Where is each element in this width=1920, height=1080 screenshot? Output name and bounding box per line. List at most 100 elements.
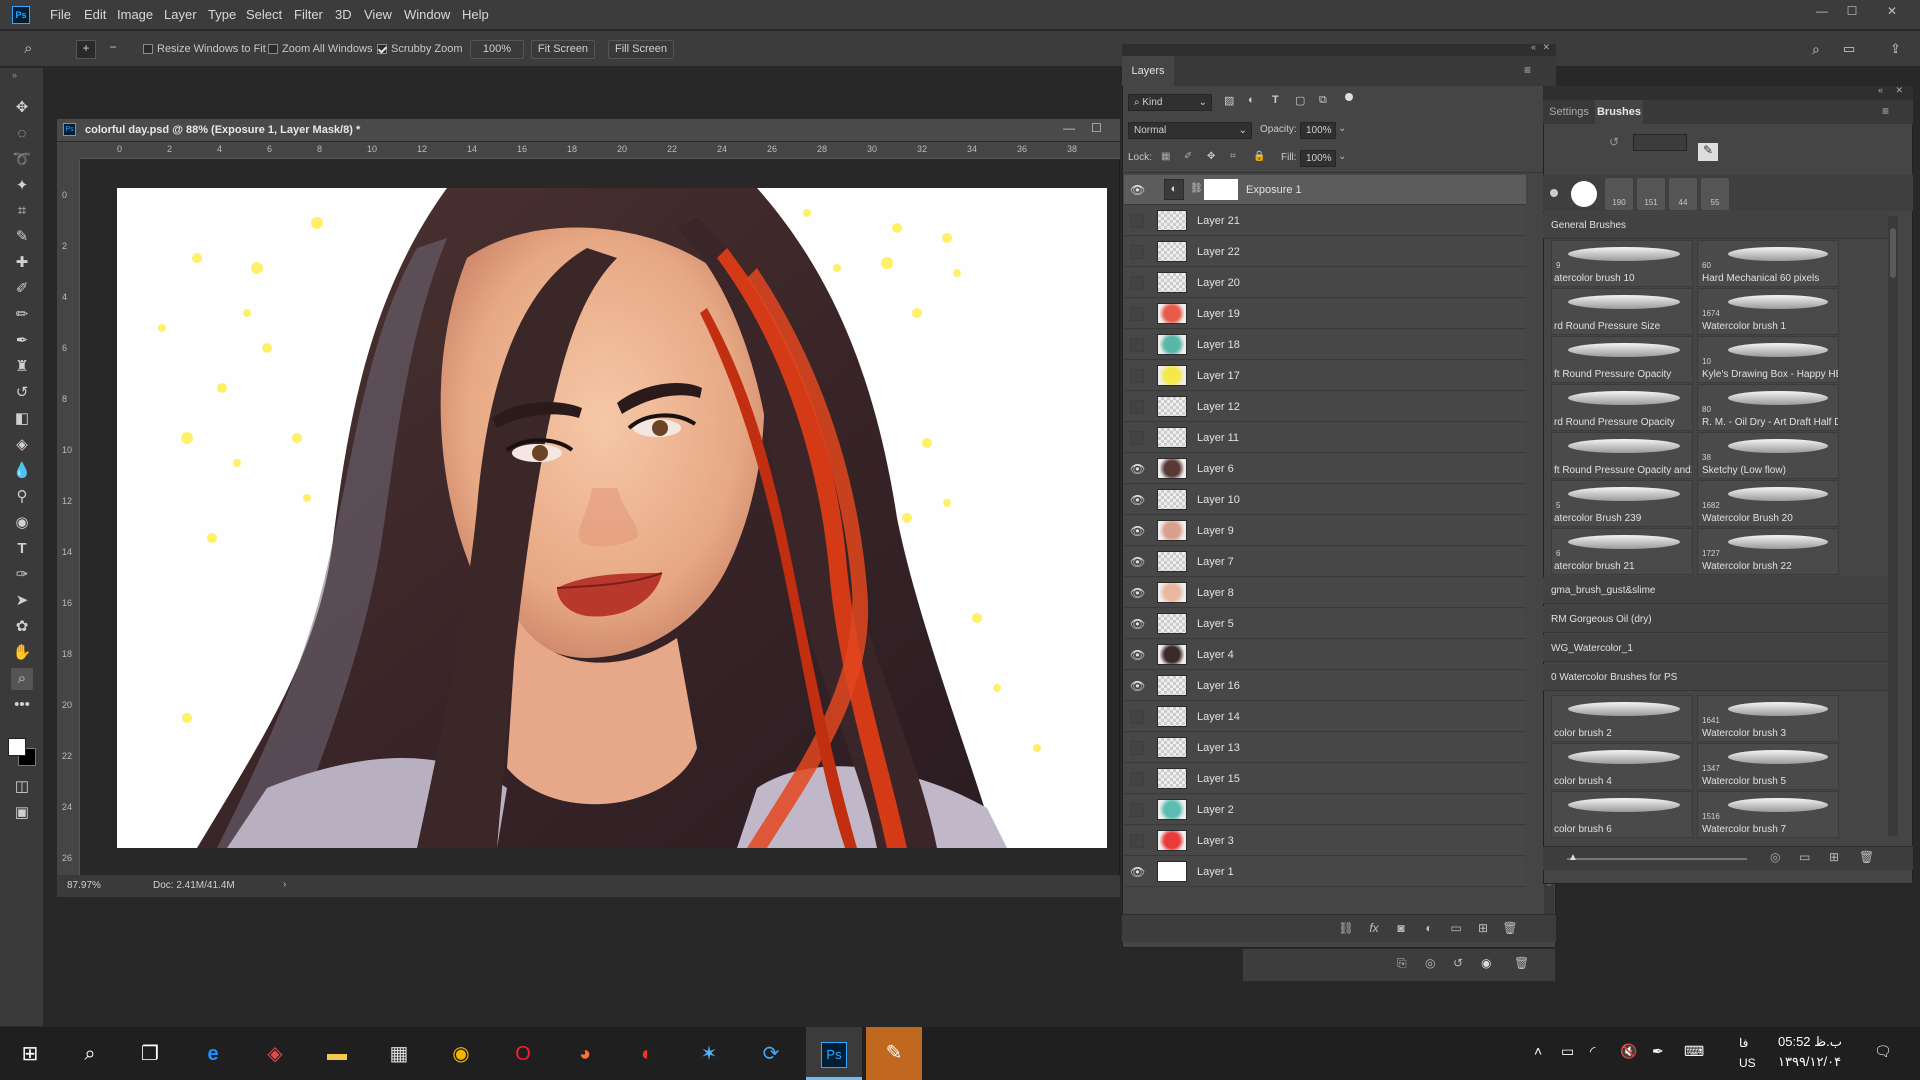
brush-new-group-icon[interactable]: ▭ bbox=[1799, 850, 1810, 864]
menu-help[interactable]: Help bbox=[462, 7, 489, 22]
eye-icon[interactable]: 👁 bbox=[1130, 865, 1145, 879]
mixer-brush-tool-icon[interactable]: ✒ bbox=[11, 330, 33, 352]
layer-row[interactable]: 👁 Layer 1 bbox=[1124, 857, 1526, 887]
more-tools-icon[interactable]: ••• bbox=[11, 694, 33, 716]
opacity-input[interactable]: 100% bbox=[1300, 122, 1336, 139]
layer-row[interactable]: Layer 12 bbox=[1124, 392, 1526, 422]
task-view-icon[interactable]: ❐ bbox=[132, 1036, 168, 1072]
eye-icon[interactable]: 👁 bbox=[1130, 648, 1145, 662]
menu-select[interactable]: Select bbox=[246, 7, 282, 22]
new-layer-icon[interactable]: ⊞ bbox=[1475, 920, 1491, 936]
fill-input[interactable]: 100% bbox=[1300, 150, 1336, 167]
brush-preset[interactable]: rd Round Pressure Opacity bbox=[1551, 384, 1693, 431]
brush-preset[interactable]: rd Round Pressure Size bbox=[1551, 288, 1693, 335]
filter-smart-object-icon[interactable]: ⧉ bbox=[1319, 94, 1327, 107]
crop-tool-icon[interactable]: ⌗ bbox=[11, 200, 33, 222]
preset-2[interactable]: 151 bbox=[1637, 178, 1665, 210]
new-brush-icon[interactable]: ✎ bbox=[1698, 143, 1718, 161]
layer-row[interactable]: 👁 Layer 16 bbox=[1124, 671, 1526, 701]
brush-preset[interactable]: color brush 4 bbox=[1551, 743, 1693, 790]
blur-tool-icon[interactable]: 💧 bbox=[11, 460, 33, 482]
eye-hidden-icon[interactable] bbox=[1130, 741, 1144, 755]
brush-reset-icon[interactable]: ↺ bbox=[1609, 135, 1619, 149]
history-delete-icon[interactable]: 🗑 bbox=[1514, 956, 1529, 970]
layers-menu-icon[interactable]: ≡ bbox=[1524, 63, 1531, 77]
canvas-artwork[interactable] bbox=[117, 188, 1107, 848]
eye-icon[interactable]: 👁 bbox=[1130, 586, 1145, 600]
clock-time[interactable]: 05:52 ب.ظ bbox=[1778, 1034, 1842, 1050]
zoom-all-checkbox[interactable]: Zoom All Windows bbox=[268, 43, 372, 55]
brushes-scrollbar[interactable] bbox=[1888, 216, 1898, 836]
file-explorer-icon[interactable]: ▬ bbox=[319, 1036, 355, 1072]
new-group-icon[interactable]: ▭ bbox=[1448, 920, 1464, 936]
anydesk-icon[interactable]: ◈ bbox=[257, 1036, 293, 1072]
layer-row[interactable]: Layer 2 bbox=[1124, 795, 1526, 825]
eye-hidden-icon[interactable] bbox=[1130, 400, 1144, 414]
brush-preset[interactable]: color brush 2 bbox=[1551, 695, 1693, 742]
screen-mode-icon[interactable]: ▣ bbox=[11, 802, 33, 824]
layer-row[interactable]: 👁 ⛓ ◐ Exposure 1 bbox=[1124, 175, 1526, 205]
brush-slider-thumb-icon[interactable]: ▲ bbox=[1568, 852, 1578, 863]
brushes-close-icon[interactable]: ✕ bbox=[1895, 85, 1903, 96]
brush-delete-icon[interactable]: 🗑 bbox=[1859, 850, 1874, 864]
volume-icon[interactable]: 🔇 bbox=[1620, 1043, 1637, 1060]
eye-icon[interactable]: 👁 bbox=[1130, 555, 1145, 569]
adjustment-layer-icon[interactable]: ◐ bbox=[1421, 920, 1437, 936]
blend-mode-select[interactable]: Normal ⌄ bbox=[1128, 122, 1252, 139]
preset-3[interactable]: 44 bbox=[1669, 178, 1697, 210]
panel-close-icon[interactable]: ✕ bbox=[1542, 42, 1550, 53]
paint-bucket-tool-icon[interactable]: ◈ bbox=[11, 434, 33, 456]
doc-minimize-icon[interactable]: — bbox=[1063, 121, 1075, 135]
hand-tool-icon[interactable]: ✋ bbox=[11, 642, 33, 664]
fill-screen-button[interactable]: Fill Screen bbox=[608, 40, 674, 59]
firefox-icon[interactable]: ◕ bbox=[567, 1036, 603, 1072]
brush-group[interactable]: WG_Watercolor_1 bbox=[1543, 635, 1888, 662]
eye-icon[interactable]: 👁 bbox=[1130, 493, 1145, 507]
lock-position-icon[interactable]: ✥ bbox=[1207, 151, 1215, 162]
lock-transparent-icon[interactable]: ▦ bbox=[1161, 151, 1170, 162]
close-icon[interactable]: ✕ bbox=[1884, 4, 1900, 20]
layer-row[interactable]: Layer 22 bbox=[1124, 237, 1526, 267]
zoom-tool-icon[interactable]: ⌕ bbox=[24, 40, 42, 58]
lasso-tool-icon[interactable]: ➰ bbox=[11, 149, 33, 171]
app-icon-1[interactable]: ✶ bbox=[691, 1036, 727, 1072]
menu-filter[interactable]: Filter bbox=[294, 7, 323, 22]
filter-toggle-icon[interactable] bbox=[1345, 93, 1353, 101]
search-icon[interactable]: ⌕ bbox=[1812, 41, 1820, 58]
lock-image-icon[interactable]: ✐ bbox=[1184, 151, 1192, 162]
layer-row[interactable]: 👁 Layer 6 bbox=[1124, 454, 1526, 484]
brush-preset[interactable]: 1516 Watercolor brush 7 bbox=[1697, 791, 1839, 838]
layer-style-icon[interactable]: fx bbox=[1366, 920, 1382, 936]
layer-row[interactable]: 👁 Layer 7 bbox=[1124, 547, 1526, 577]
status-arrow-icon[interactable]: › bbox=[283, 879, 286, 890]
app-icon-2[interactable]: ⟳ bbox=[753, 1036, 789, 1072]
layer-row[interactable]: Layer 3 bbox=[1124, 826, 1526, 856]
filter-type-icon[interactable]: T bbox=[1272, 94, 1279, 106]
collapse-tools-icon[interactable]: » bbox=[12, 70, 17, 80]
opacity-dropdown-icon[interactable]: ⌄ bbox=[1338, 123, 1346, 134]
tab-layers[interactable]: Layers bbox=[1122, 56, 1174, 86]
custom-shape-tool-icon[interactable]: ✿ bbox=[11, 616, 33, 638]
brush-preset[interactable]: color brush 6 bbox=[1551, 791, 1693, 838]
doc-maximize-icon[interactable]: ☐ bbox=[1091, 121, 1102, 135]
layer-row[interactable]: 👁 Layer 10 bbox=[1124, 485, 1526, 515]
workspace-icon[interactable]: ▭ bbox=[1843, 41, 1855, 57]
quick-mask-icon[interactable]: ◫ bbox=[11, 776, 33, 798]
calculator-icon[interactable]: ▦ bbox=[381, 1036, 417, 1072]
eye-hidden-icon[interactable] bbox=[1130, 245, 1144, 259]
eye-hidden-icon[interactable] bbox=[1130, 214, 1144, 228]
eye-hidden-icon[interactable] bbox=[1130, 710, 1144, 724]
layer-filter-kind[interactable]: ⌕ Kind ⌄ bbox=[1128, 94, 1212, 111]
menu-image[interactable]: Image bbox=[117, 7, 153, 22]
lock-all-icon[interactable]: 🔒 bbox=[1253, 151, 1265, 162]
notifications-icon[interactable]: 🗨 bbox=[1874, 1043, 1892, 1060]
fill-dropdown-icon[interactable]: ⌄ bbox=[1338, 151, 1346, 162]
layer-row[interactable]: 👁 Layer 8 bbox=[1124, 578, 1526, 608]
layer-row[interactable]: Layer 19 bbox=[1124, 299, 1526, 329]
eye-hidden-icon[interactable] bbox=[1130, 772, 1144, 786]
clock-date[interactable]: ۱۳۹۹/۱۲/۰۴ bbox=[1778, 1054, 1841, 1070]
clone-stamp-tool-icon[interactable]: ♜ bbox=[11, 356, 33, 378]
eye-toggle-icon[interactable]: ◉ bbox=[1481, 956, 1491, 970]
brush-group-general[interactable]: General Brushes bbox=[1543, 212, 1888, 239]
layer-row[interactable]: Layer 13 bbox=[1124, 733, 1526, 763]
